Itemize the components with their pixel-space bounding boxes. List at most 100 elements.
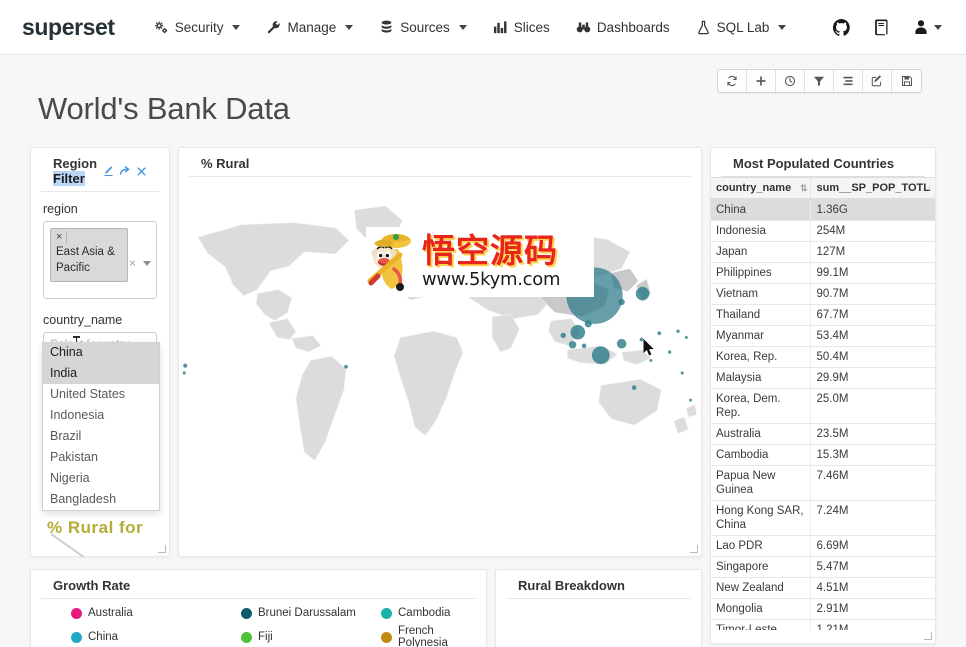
user-menu[interactable] xyxy=(913,19,942,35)
cell-country-name: Papua New Guinea xyxy=(711,465,812,501)
cell-population: 6.69M xyxy=(810,535,935,557)
nav-label: Dashboards xyxy=(596,19,670,35)
book-icon[interactable] xyxy=(873,18,891,36)
map-bubble xyxy=(584,320,592,328)
cell-population: 67.7M xyxy=(810,304,935,326)
map-bubble xyxy=(566,267,623,324)
filters-button[interactable] xyxy=(805,70,834,92)
rural-map-widget: % Rural 悟空源码 www.5kym.com xyxy=(178,147,702,557)
clear-all-icon[interactable]: × xyxy=(129,256,136,270)
table-scroll-area[interactable]: country_name ⇅ sum__SP_POP_TOTL ↓ China 1… xyxy=(711,177,935,630)
cell-population: 1.36G xyxy=(810,199,935,221)
table-row[interactable]: Myanmar 53.4M xyxy=(711,325,935,347)
dashboard-page: World's Bank Data Region Filter region ×… xyxy=(0,55,966,647)
dropdown-option[interactable]: India xyxy=(43,363,159,384)
css-template-button[interactable] xyxy=(834,70,863,92)
nav-item-security[interactable]: Security xyxy=(141,12,254,43)
table-row[interactable]: Malaysia 29.9M xyxy=(711,367,935,389)
edit-properties-button[interactable] xyxy=(863,70,892,92)
set-refresh-interval-button[interactable] xyxy=(776,70,805,92)
nav-item-slices[interactable]: Slices xyxy=(480,12,563,43)
edit-icon[interactable] xyxy=(103,165,114,177)
dropdown-option[interactable]: Pakistan xyxy=(43,447,159,468)
nav-item-dashboards[interactable]: Dashboards xyxy=(563,12,683,43)
table-header: country_name ⇅ sum__SP_POP_TOTL ↓ xyxy=(711,177,935,200)
map-bubble xyxy=(344,364,348,369)
map-bubble xyxy=(668,350,672,354)
cell-country-name: Lao PDR xyxy=(711,535,812,557)
table-row[interactable]: Timor-Leste 1.21M xyxy=(711,619,935,630)
world-map-chart[interactable]: 悟空源码 www.5kym.com xyxy=(179,177,701,545)
save-button[interactable] xyxy=(892,70,921,92)
legend-item[interactable]: China xyxy=(71,625,241,647)
legend-item[interactable]: French Polynesia xyxy=(381,625,486,647)
resize-handle[interactable] xyxy=(923,631,933,641)
legend-item[interactable]: Brunei Darussalam xyxy=(241,607,381,619)
nav-item-sql-lab[interactable]: SQL Lab xyxy=(683,12,800,43)
resize-handle[interactable] xyxy=(689,544,699,554)
chevron-down-icon xyxy=(934,24,942,30)
region-multiselect[interactable]: × East Asia & Pacific × xyxy=(43,221,157,299)
cell-country-name: Korea, Dem. Rep. xyxy=(711,388,812,424)
table-row[interactable]: New Zealand 4.51M xyxy=(711,577,935,599)
chevron-down-icon xyxy=(778,24,787,30)
remove-token-icon[interactable]: × xyxy=(56,231,67,243)
map-bubble xyxy=(618,298,625,306)
dropdown-option[interactable]: United States xyxy=(43,384,159,405)
cell-country-name: Mongolia xyxy=(711,598,812,620)
column-header-country-name[interactable]: country_name ⇅ xyxy=(711,177,812,200)
table-row[interactable]: Mongolia 2.91M xyxy=(711,598,935,620)
table-row[interactable]: Hong Kong SAR, China 7.24M xyxy=(711,500,935,536)
table-row[interactable]: Japan 127M xyxy=(711,241,935,263)
legend-item[interactable]: Fiji xyxy=(241,625,381,647)
country-name-dropdown-menu[interactable]: China India United States Indonesia Braz… xyxy=(42,342,160,511)
table-row[interactable]: Papua New Guinea 7.46M xyxy=(711,465,935,501)
map-bubble xyxy=(684,336,688,339)
table-row[interactable]: China 1.36G xyxy=(711,199,935,221)
dropdown-option[interactable]: China xyxy=(43,342,159,363)
table-row[interactable]: Philippines 99.1M xyxy=(711,262,935,284)
cell-country-name: Timor-Leste xyxy=(711,619,812,630)
legend-label: Brunei Darussalam xyxy=(258,607,356,619)
cell-country-name: Philippines xyxy=(711,262,812,284)
legend-item[interactable]: Australia xyxy=(71,607,241,619)
refresh-button[interactable] xyxy=(718,70,747,92)
dashboard-toolbar xyxy=(717,69,922,93)
share-icon[interactable] xyxy=(119,165,131,177)
table-row[interactable]: Lao PDR 6.69M xyxy=(711,535,935,557)
close-icon[interactable] xyxy=(136,166,147,177)
cell-population: 2.91M xyxy=(810,598,935,620)
add-slice-button[interactable] xyxy=(747,70,776,92)
filter-widget-title: Region Filter xyxy=(53,156,99,186)
growth-rate-widget: Growth Rate Australia Brunei Darussalam Ca… xyxy=(30,569,487,647)
table-row[interactable]: Australia 23.5M xyxy=(711,423,935,445)
nav-item-sources[interactable]: Sources xyxy=(366,12,480,43)
resize-handle[interactable] xyxy=(157,544,167,554)
cell-population: 23.5M xyxy=(810,423,935,445)
superset-brand-logo[interactable]: superset xyxy=(22,14,115,41)
legend-label: Cambodia xyxy=(398,607,451,619)
country-field-label: country_name xyxy=(43,313,123,327)
legend-item[interactable]: Cambodia xyxy=(381,607,486,619)
dropdown-option[interactable]: Bangladesh xyxy=(43,489,159,510)
table-row[interactable]: Singapore 5.47M xyxy=(711,556,935,578)
dropdown-option[interactable]: Nigeria xyxy=(43,468,159,489)
table-row[interactable]: Indonesia 254M xyxy=(711,220,935,242)
nav-label: Manage xyxy=(287,19,337,35)
table-row[interactable]: Korea, Dem. Rep. 25.0M xyxy=(711,388,935,424)
table-row[interactable]: Thailand 67.7M xyxy=(711,304,935,326)
map-bubble xyxy=(560,332,566,339)
github-icon[interactable] xyxy=(832,18,851,37)
nav-item-manage[interactable]: Manage xyxy=(253,12,366,43)
dropdown-option[interactable]: Brazil xyxy=(43,426,159,447)
dropdown-option[interactable]: Indonesia xyxy=(43,405,159,426)
map-bubble xyxy=(183,363,188,368)
table-row[interactable]: Vietnam 90.7M xyxy=(711,283,935,305)
filter-widget-header: Region Filter xyxy=(41,148,159,192)
region-select-controls: × xyxy=(129,256,151,270)
world-map-svg xyxy=(182,205,698,462)
table-row[interactable]: Cambodia 15.3M xyxy=(711,444,935,466)
column-header-population[interactable]: sum__SP_POP_TOTL ↓ xyxy=(810,177,935,200)
chevron-down-icon[interactable] xyxy=(143,260,151,266)
table-row[interactable]: Korea, Rep. 50.4M xyxy=(711,346,935,368)
